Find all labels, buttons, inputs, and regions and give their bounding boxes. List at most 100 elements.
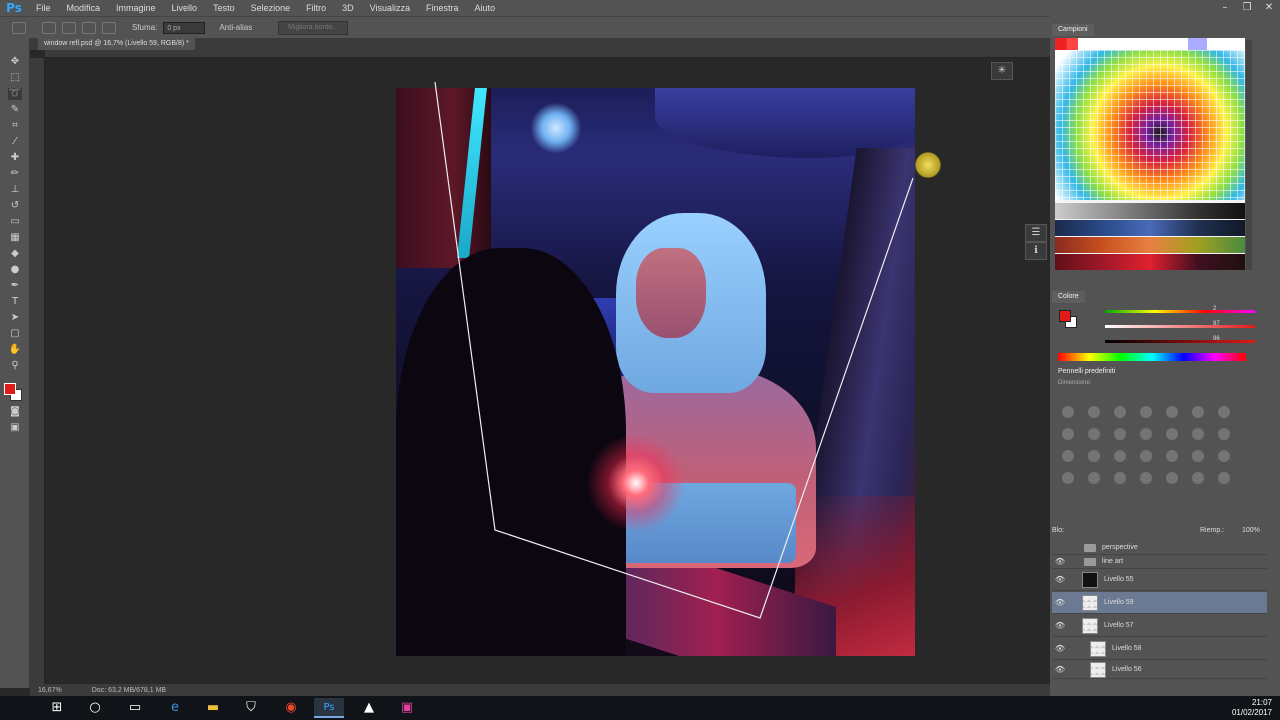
- brush-preset[interactable]: [1218, 428, 1230, 440]
- gradient-tool-icon[interactable]: ▦: [8, 232, 22, 244]
- zoom-tool-icon[interactable]: ⚲: [8, 360, 22, 372]
- system-clock[interactable]: 21:07 01/02/2017: [1232, 698, 1272, 718]
- document-canvas[interactable]: [396, 88, 915, 656]
- menu-modifica[interactable]: Modifica: [59, 3, 109, 13]
- pen-tool-icon[interactable]: ✒: [8, 280, 22, 292]
- menu-file[interactable]: File: [28, 3, 59, 13]
- clone-stamp-tool-icon[interactable]: ⊥: [8, 184, 22, 196]
- minimize-button[interactable]: –: [1214, 0, 1236, 16]
- brush-preset[interactable]: [1218, 472, 1230, 484]
- brush-preset[interactable]: [1088, 450, 1100, 462]
- eyedropper-tool-icon[interactable]: ⁄: [8, 136, 22, 148]
- lasso-preset-icon[interactable]: [12, 21, 26, 34]
- brush-preset[interactable]: [1192, 406, 1204, 418]
- brush-preset[interactable]: [1166, 472, 1178, 484]
- feather-input[interactable]: 0 px: [163, 21, 206, 34]
- brush-preset[interactable]: [1088, 406, 1100, 418]
- tab-brush-presets[interactable]: Pennelli predefiniti: [1052, 366, 1122, 378]
- eye-icon[interactable]: 👁: [1052, 665, 1068, 674]
- brush-preset-float-icon[interactable]: ✳: [991, 62, 1013, 80]
- brush-preset[interactable]: [1218, 450, 1230, 462]
- document-size[interactable]: Doc: 63,2 MB/678,1 MB: [92, 687, 166, 694]
- marquee-tool-icon[interactable]: ⬚: [8, 72, 22, 84]
- screen-mode-icon[interactable]: ▣: [8, 422, 22, 434]
- hue-slider[interactable]: [1105, 310, 1255, 313]
- layer-row[interactable]: 👁 Livello 57: [1052, 615, 1267, 637]
- file-explorer-icon[interactable]: ▬: [198, 698, 228, 718]
- brush-preset[interactable]: [1218, 406, 1230, 418]
- new-selection-icon[interactable]: [42, 21, 56, 34]
- tab-swatches[interactable]: Campioni: [1052, 24, 1094, 36]
- color-value-r[interactable]: 2: [1213, 306, 1216, 312]
- type-tool-icon[interactable]: T: [8, 296, 22, 308]
- menu-finestra[interactable]: Finestra: [418, 3, 467, 13]
- quick-select-tool-icon[interactable]: ✎: [8, 104, 22, 116]
- eraser-tool-icon[interactable]: ▭: [8, 216, 22, 228]
- layer-row[interactable]: 👁 Livello 55: [1052, 569, 1267, 591]
- brush-preset[interactable]: [1114, 472, 1126, 484]
- store-icon[interactable]: ⛉: [236, 698, 266, 718]
- menu-selezione[interactable]: Selezione: [243, 3, 299, 13]
- brush-preset[interactable]: [1166, 406, 1178, 418]
- photos-icon[interactable]: ▲: [354, 698, 384, 718]
- photoshop-icon[interactable]: Ps: [314, 698, 344, 718]
- eye-icon[interactable]: 👁: [1052, 575, 1068, 584]
- canvas-area[interactable]: ✳: [45, 58, 1050, 684]
- refine-edge-button[interactable]: Migliora bordo...: [278, 20, 349, 35]
- menu-aiuto[interactable]: Aiuto: [467, 3, 504, 13]
- brush-preset[interactable]: [1114, 406, 1126, 418]
- brush-preset[interactable]: [1062, 472, 1074, 484]
- menu-livello[interactable]: Livello: [164, 3, 206, 13]
- brush-preset[interactable]: [1062, 428, 1074, 440]
- swatches-scrollbar[interactable]: [1246, 40, 1252, 270]
- blur-tool-icon[interactable]: ◆: [8, 248, 22, 260]
- brush-preset[interactable]: [1088, 428, 1100, 440]
- eye-icon[interactable]: 👁: [1052, 598, 1068, 607]
- brush-preset[interactable]: [1062, 406, 1074, 418]
- brush-preset[interactable]: [1140, 472, 1152, 484]
- path-select-tool-icon[interactable]: ➤: [8, 312, 22, 324]
- shape-tool-icon[interactable]: ▢: [8, 328, 22, 340]
- move-tool-icon[interactable]: ✥: [8, 56, 22, 68]
- foreground-color-swatch[interactable]: [4, 383, 16, 395]
- subtract-selection-icon[interactable]: [82, 21, 96, 34]
- chrome-icon[interactable]: ◉: [276, 698, 306, 718]
- brush-preset[interactable]: [1140, 450, 1152, 462]
- color-fg-swatch[interactable]: [1059, 310, 1071, 322]
- color-spectrum-bar[interactable]: [1058, 353, 1246, 361]
- layer-group-line-art[interactable]: 👁 line art: [1052, 555, 1267, 569]
- brush-preset[interactable]: [1192, 450, 1204, 462]
- menu-visualizza[interactable]: Visualizza: [362, 3, 418, 13]
- lasso-tool-icon[interactable]: ➰: [8, 88, 22, 100]
- layer-row[interactable]: 👁 Livello 58: [1052, 638, 1267, 660]
- search-icon[interactable]: ○: [80, 698, 110, 718]
- menu-testo[interactable]: Testo: [205, 3, 243, 13]
- task-view-icon[interactable]: ▭: [120, 698, 150, 718]
- eye-icon[interactable]: 👁: [1052, 644, 1068, 653]
- zoom-level[interactable]: 16,67%: [38, 687, 62, 694]
- menu-filtro[interactable]: Filtro: [298, 3, 334, 13]
- menu-3d[interactable]: 3D: [334, 3, 362, 13]
- brush-preset[interactable]: [1166, 450, 1178, 462]
- brush-preset[interactable]: [1166, 428, 1178, 440]
- layer-row-selected[interactable]: 👁 Livello 59: [1052, 592, 1267, 614]
- brush-preset[interactable]: [1114, 428, 1126, 440]
- adjustments-panel-icon[interactable]: ☰: [1025, 224, 1047, 242]
- edge-icon[interactable]: e: [160, 698, 190, 718]
- swatches-panel[interactable]: [1055, 38, 1245, 270]
- hand-tool-icon[interactable]: ✋: [8, 344, 22, 356]
- color-swatch-grid[interactable]: [1055, 50, 1245, 200]
- blue-swatches[interactable]: [1055, 220, 1245, 236]
- color-value-g[interactable]: 97: [1213, 321, 1220, 327]
- layer-row[interactable]: 👁 Livello 56: [1052, 661, 1267, 679]
- layer-group-perspective[interactable]: perspective: [1052, 541, 1267, 555]
- saturation-slider[interactable]: [1105, 325, 1255, 328]
- document-tab[interactable]: window refl.psd @ 16,7% (Livello 59, RGB…: [38, 38, 195, 50]
- antialias-checkbox[interactable]: Anti-alias: [219, 23, 252, 32]
- restore-button[interactable]: ❐: [1236, 0, 1258, 16]
- brush-preset[interactable]: [1192, 472, 1204, 484]
- brush-preset[interactable]: [1140, 428, 1152, 440]
- warm-swatches[interactable]: [1055, 237, 1245, 253]
- color-value-b[interactable]: 96: [1213, 336, 1220, 342]
- quick-mask-icon[interactable]: ◙: [8, 406, 22, 418]
